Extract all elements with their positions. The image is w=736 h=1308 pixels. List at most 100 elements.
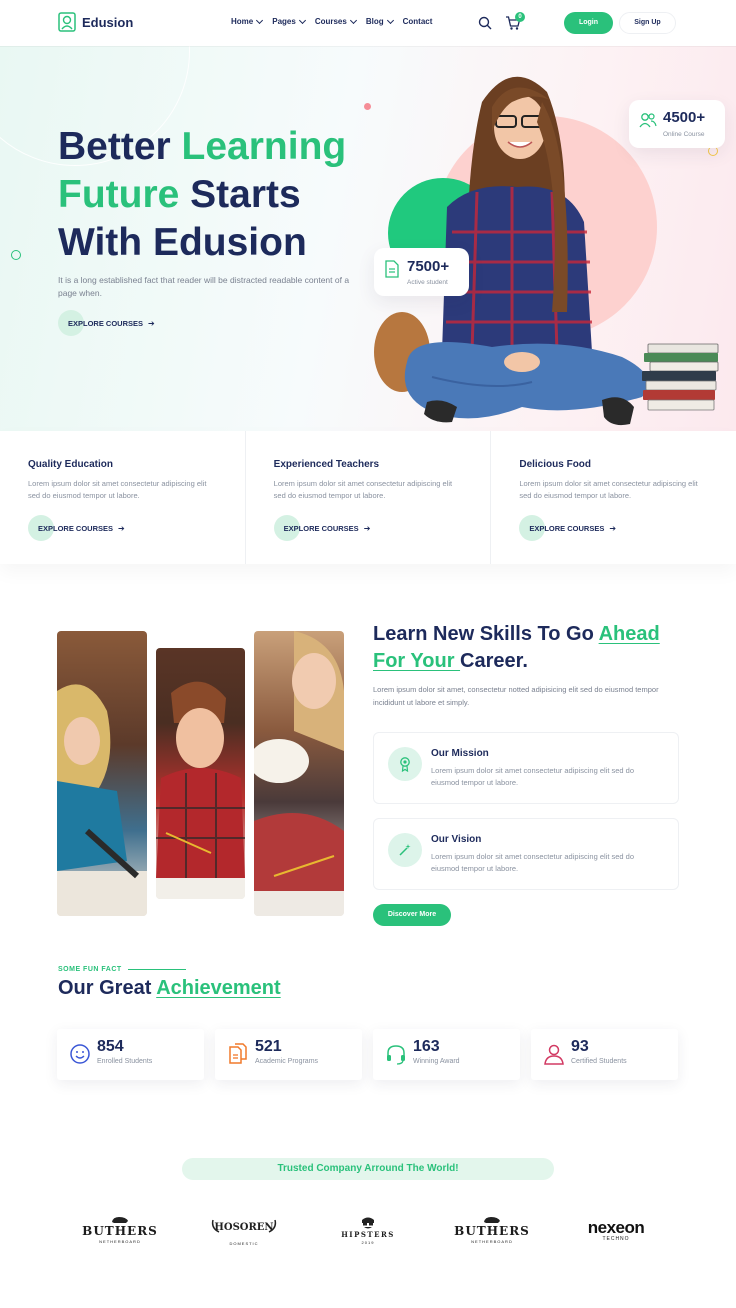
logo[interactable]: Edusion	[58, 12, 133, 32]
stat-value: 93	[571, 1038, 589, 1055]
main-nav: Home Pages Courses Blog Contact	[231, 16, 433, 26]
student-photo-right	[254, 631, 344, 916]
stat-value: 521	[255, 1038, 282, 1055]
search-icon[interactable]	[478, 16, 492, 30]
explore-courses-button[interactable]: EXPLORE COURSES ➔	[273, 515, 371, 541]
online-course-card: 4500+ Online Course	[629, 100, 725, 148]
online-course-value: 4500+	[663, 109, 706, 126]
features-row: Quality Education Lorem ipsum dolor sit …	[0, 431, 736, 564]
antlers-icon: HOSOREN	[211, 1219, 277, 1233]
mission-card: Our Mission Lorem ipsum dolor sit amet c…	[373, 732, 679, 804]
stat-certified-students: 93 Certified Students	[531, 1029, 678, 1080]
cta-text: EXPLORE COURSES	[283, 523, 359, 533]
explore-courses-label: EXPLORE COURSES ➔	[28, 524, 125, 533]
student-photo-left	[57, 631, 147, 916]
vision-description: Lorem ipsum dolor sit amet consectetur a…	[431, 852, 635, 873]
explore-courses-label: EXPLORE COURSES ➔	[274, 524, 371, 533]
chevron-down-icon	[298, 16, 306, 24]
brand-logo-buthers[interactable]: BUTHERS NETHERBOARD	[82, 1210, 157, 1250]
brand-name: nexeon	[587, 1218, 645, 1237]
documents-icon	[229, 1043, 247, 1064]
arrow-right-icon: ➔	[609, 523, 617, 533]
hero-section: Better Learning Future Starts With Edusi…	[0, 46, 736, 431]
about-title-part: Career.	[460, 650, 528, 672]
explore-courses-button[interactable]: EXPLORE COURSES ➔	[28, 515, 125, 541]
achievement-title-highlight: Achievement	[156, 977, 281, 999]
cta-text: EXPLORE COURSES	[68, 318, 144, 328]
nav-home[interactable]: Home	[231, 16, 264, 26]
nav-courses-label: Courses	[314, 17, 347, 26]
bison-icon	[112, 1217, 128, 1223]
decorative-dot	[364, 103, 371, 110]
medal-icon	[400, 757, 410, 772]
headset-icon	[387, 1045, 405, 1065]
document-icon	[385, 260, 399, 278]
about-description: Lorem ipsum dolor sit amet, consectetur …	[373, 685, 659, 707]
eyebrow-text: SOME FUN FACT	[58, 966, 122, 973]
hero-title-part: With Edusion	[58, 221, 307, 264]
nav-pages-label: Pages	[272, 17, 296, 26]
student-photo	[374, 76, 649, 426]
brand-name: BUTHERS	[82, 1224, 158, 1238]
explore-courses-label: EXPLORE COURSES ➔	[519, 524, 616, 533]
bison-icon	[484, 1217, 500, 1223]
hero-title-part: Starts	[179, 173, 301, 216]
nav-blog[interactable]: Blog	[365, 16, 394, 26]
mission-description: Lorem ipsum dolor sit amet consectetur a…	[431, 766, 635, 787]
brand-logo-buthers-2[interactable]: BUTHERS NETHERBOARD	[454, 1210, 529, 1250]
brand-sub: NETHERBOARD	[99, 1239, 141, 1244]
student-photo-center	[156, 648, 245, 899]
user-icon	[544, 1044, 564, 1065]
hero-title-part: Better	[58, 125, 182, 168]
photo-art	[57, 684, 147, 916]
feature-title: Quality Education	[28, 459, 114, 470]
stat-label: Winning Award	[413, 1058, 460, 1065]
site-header: Edusion Home Pages Courses Blog Contact …	[0, 0, 736, 46]
hero-title-highlight: Future	[58, 173, 180, 216]
users-icon	[639, 113, 657, 128]
login-button[interactable]: Login	[564, 12, 613, 34]
active-student-card: 7500+ Active student	[374, 248, 469, 296]
cart-count-badge: 0	[515, 12, 525, 22]
brand-sub: DOMESTIC	[229, 1241, 259, 1246]
explore-courses-label: EXPLORE COURSES ➔	[58, 319, 155, 328]
explore-courses-button[interactable]: EXPLORE COURSES ➔	[58, 310, 155, 336]
chevron-down-icon	[386, 16, 394, 24]
brand-name: HIPSTERS	[341, 1229, 395, 1239]
nav-pages[interactable]: Pages	[272, 16, 306, 26]
discover-more-button[interactable]: Discover More	[373, 904, 451, 926]
nav-courses[interactable]: Courses	[314, 16, 357, 26]
cta-text: EXPLORE COURSES	[529, 523, 605, 533]
smile-icon	[70, 1044, 90, 1064]
books-stack	[642, 343, 719, 411]
photo-art	[156, 681, 245, 899]
chevron-down-icon	[349, 16, 357, 24]
arrow-right-icon: ➔	[148, 318, 155, 328]
fun-fact-eyebrow: SOME FUN FACT	[58, 966, 186, 973]
about-title-highlight: Ahead	[598, 623, 660, 645]
brand-logo-hipsters[interactable]: HIPSTERS 2019	[340, 1210, 396, 1250]
brand-sub: TECHNO	[602, 1236, 630, 1242]
active-student-value: 7500+	[407, 258, 450, 275]
stat-label: Enrolled Students	[97, 1058, 153, 1065]
feature-description: Lorem ipsum dolor sit amet consectetur a…	[519, 479, 698, 500]
about-title-part: Learn New Skills To Go	[373, 623, 599, 645]
achievement-title: Our Great Achievement	[58, 977, 281, 1000]
hipster-face-icon	[362, 1217, 374, 1228]
brand-logo-nexeon[interactable]: nexeon TECHNO	[580, 1210, 652, 1250]
photo-art	[254, 631, 344, 916]
feature-title: Experienced Teachers	[273, 459, 380, 470]
nav-blog-label: Blog	[365, 17, 384, 26]
signup-button[interactable]: Sign Up	[619, 12, 676, 34]
feature-experienced-teachers: Experienced Teachers Lorem ipsum dolor s…	[246, 431, 492, 564]
brand-logo-hosoren[interactable]: HOSOREN DOMESTIC	[208, 1210, 280, 1250]
stat-value: 854	[97, 1038, 124, 1055]
eyebrow-line	[127, 969, 186, 970]
nav-contact[interactable]: Contact	[403, 17, 433, 26]
achievement-title-part: Our Great	[58, 977, 157, 999]
nav-home-label: Home	[231, 17, 254, 26]
feature-delicious-food: Delicious Food Lorem ipsum dolor sit ame…	[491, 431, 736, 564]
about-title: Learn New Skills To Go Ahead For Your Ca…	[373, 621, 693, 675]
arrow-right-icon: ➔	[363, 523, 371, 533]
explore-courses-button[interactable]: EXPLORE COURSES ➔	[519, 515, 616, 541]
